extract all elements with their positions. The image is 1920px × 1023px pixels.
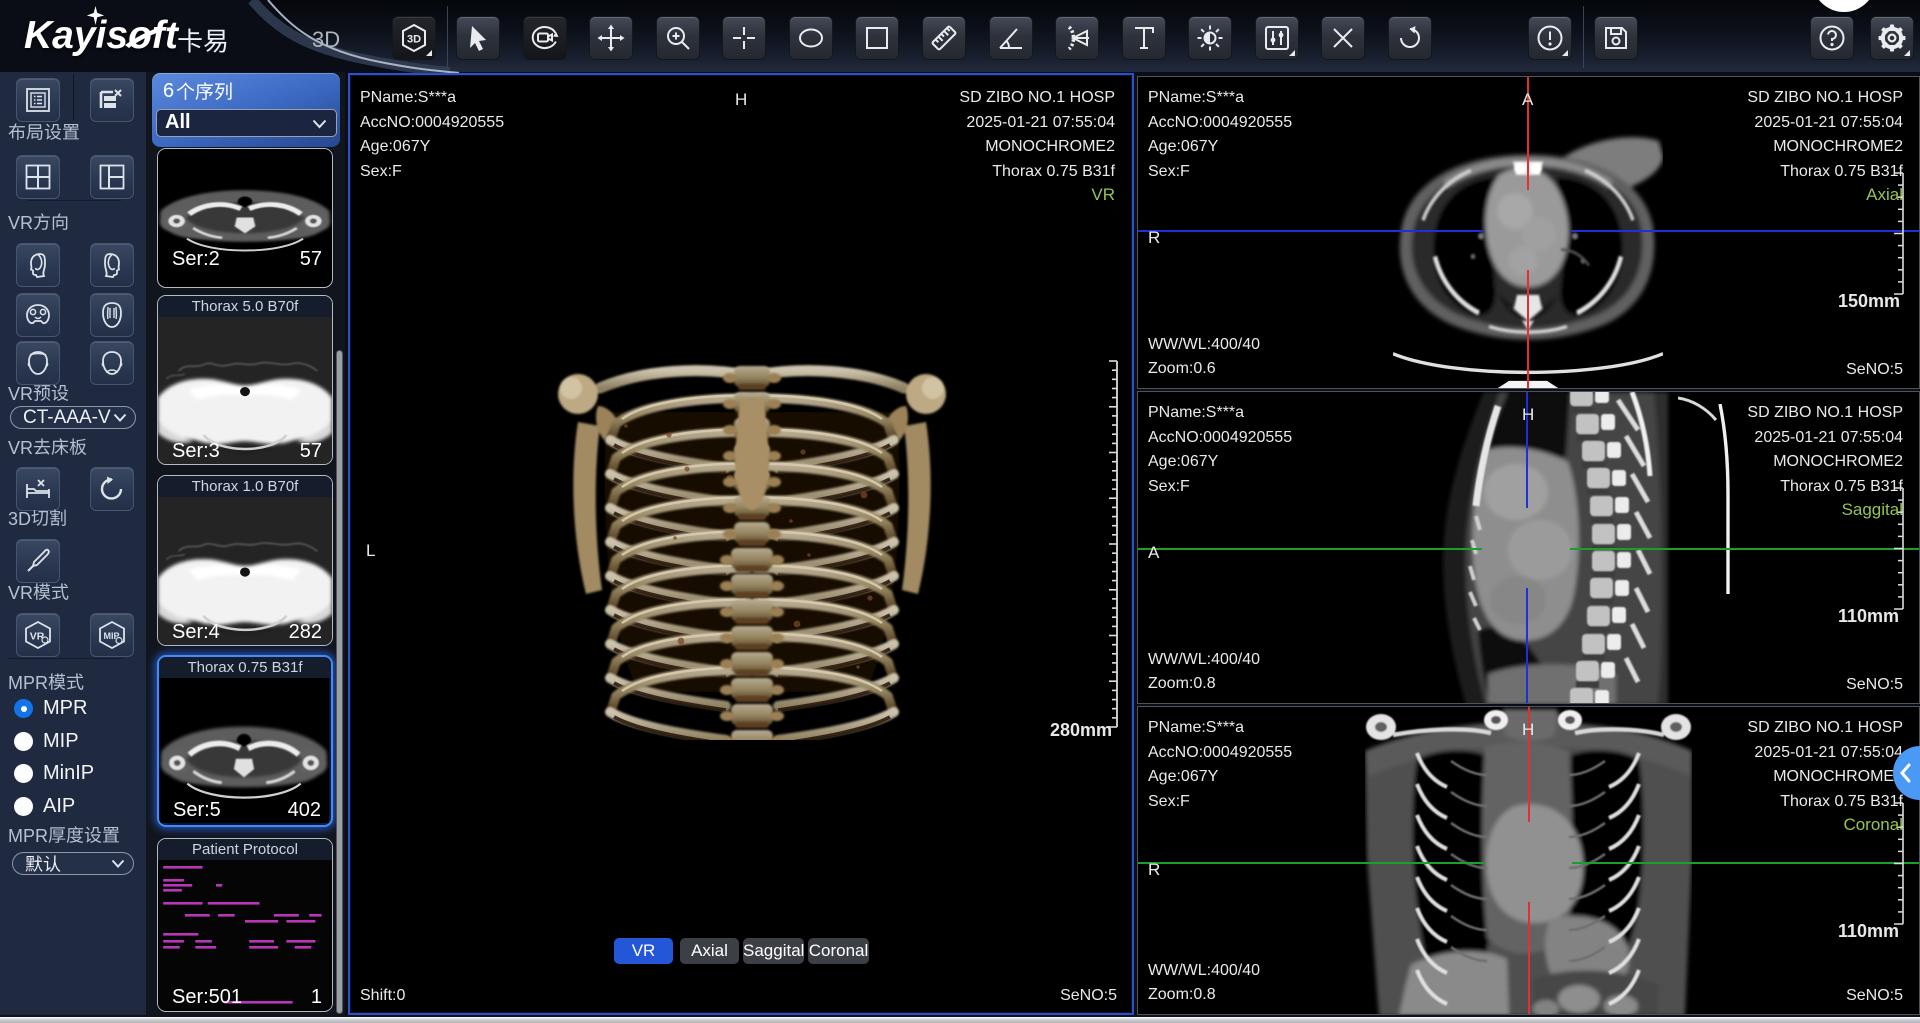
- svg-text:3D: 3D: [407, 34, 421, 46]
